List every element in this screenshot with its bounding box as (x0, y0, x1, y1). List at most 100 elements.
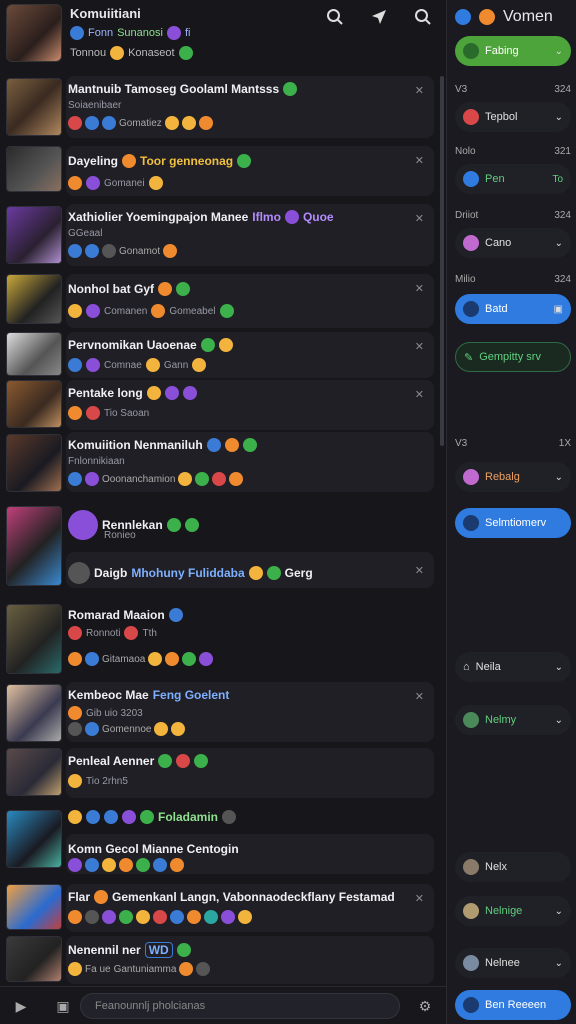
send-icon[interactable] (366, 6, 392, 28)
side-item-rebalg[interactable]: Rebalg ⌄ (455, 462, 571, 492)
header-avatar[interactable] (6, 4, 62, 62)
leaf-icon (176, 282, 190, 296)
list-item[interactable]: Xathiolier Yoemingpajon Manee Iflmo Quoe G… (4, 204, 436, 266)
avatar (6, 434, 62, 492)
bolt-icon (170, 910, 184, 924)
header-subtitle-2-b: Konaseot (128, 47, 175, 59)
side-item-label: Rebalg (485, 471, 520, 483)
laugh-icon (181, 116, 196, 130)
list-item[interactable]: Penleal Aenner Tio 2rhn5 (4, 748, 436, 798)
row-meta-text: Ronnoti (86, 627, 121, 639)
search-icon-2[interactable] (410, 6, 436, 28)
side-item-pen[interactable]: Pen To (455, 164, 571, 194)
list-item[interactable]: Nonhol bat Gyf Comanen Gomeabel ✕ (4, 274, 436, 328)
row-title: Romarad Maaion (68, 608, 183, 622)
side-section-right: 324 (554, 210, 571, 221)
close-icon[interactable]: ✕ (415, 690, 424, 703)
smile-icon (102, 858, 116, 872)
play-icon[interactable]: ▶ (10, 995, 32, 1017)
check-icon (266, 566, 281, 580)
row-meta: Ronnoti Tth (68, 626, 157, 640)
home-icon: ⌂ (463, 661, 470, 673)
list-item[interactable]: Romarad Maaion Ronnoti Tth Gitamaoa (4, 602, 436, 676)
list-scrollbar[interactable] (440, 76, 444, 446)
row-meta-text: Comnae (104, 359, 142, 371)
row-title-text: Foladamin (158, 810, 219, 824)
side-item-neila[interactable]: ⌂ Neila ⌄ (455, 652, 571, 682)
close-icon[interactable]: ✕ (415, 154, 424, 167)
avatar[interactable] (479, 9, 495, 25)
row-meta: Ronieo (104, 530, 136, 541)
list-item[interactable]: Pentake long Tio Saoan ✕ (4, 380, 436, 430)
leaf-icon (182, 652, 197, 666)
search-icon[interactable] (322, 6, 348, 28)
close-icon[interactable]: ✕ (415, 388, 424, 401)
side-section-label: V3 1X (455, 438, 571, 449)
side-item-nelnige[interactable]: Nelnige ⌄ (455, 896, 571, 926)
image-icon[interactable]: ▣ (52, 995, 74, 1017)
side-item-cano[interactable]: Cano ⌄ (455, 228, 571, 258)
side-item-gempitty[interactable]: ✎ Gempitty srv (455, 342, 571, 372)
side-section-left: V3 (455, 438, 468, 449)
side-item-nelnee[interactable]: Nelnee ⌄ (455, 948, 571, 978)
row-title: Dayeling Toor genneonag (68, 154, 252, 168)
row-reactions: Gomennoe (68, 722, 186, 736)
gem-icon (86, 358, 100, 372)
list-item[interactable]: Flar Gemenkanl Langn, Vabonnaodeckflany F… (4, 884, 436, 932)
row-title-text: Flar (68, 890, 91, 904)
avatar (6, 380, 62, 428)
row-title-c: Quoe (302, 210, 334, 224)
leaf-icon (194, 754, 209, 768)
close-icon[interactable]: ✕ (415, 564, 424, 577)
gem-icon (199, 652, 214, 666)
list-item[interactable]: Kembeoc Mae Feng Goelent Gib uio 3203 Gom… (4, 682, 436, 742)
close-icon[interactable]: ✕ (415, 892, 424, 905)
chevron-down-icon: ⌄ (554, 237, 563, 249)
row-reactions: Ooonanchamion (68, 472, 244, 486)
rocket-icon[interactable] (455, 9, 471, 25)
close-icon[interactable]: ✕ (415, 212, 424, 225)
star-icon (85, 116, 99, 130)
side-section-right: 324 (554, 84, 571, 95)
leaf-icon (140, 810, 154, 824)
side-item-nelmy[interactable]: Nelmy ⌄ (455, 705, 571, 735)
globe-icon (70, 26, 84, 40)
row-meta-text: Fa ue (85, 963, 111, 975)
close-icon[interactable]: ✕ (415, 282, 424, 295)
list-item[interactable]: Dayeling Toor genneonag Gomanei ✕ (4, 146, 436, 196)
avatar (6, 604, 62, 674)
row-reactions-text: Ooonanchamion (102, 473, 176, 485)
leaf-icon (242, 438, 257, 452)
list-item[interactable]: Nenennil ner WD Fa ue Gantuniamma (4, 936, 436, 984)
message-input[interactable]: Feanounnlj pholcianas (80, 993, 400, 1019)
side-item-selmtiomerv[interactable]: Selmtiomerv (455, 508, 571, 538)
list-item[interactable]: Pervnomikan Uaoenae Comnae Gann ✕ (4, 332, 436, 378)
close-icon[interactable]: ✕ (415, 84, 424, 97)
side-item-fabing[interactable]: Fabing ⌄ (455, 36, 571, 66)
badge-icon (166, 26, 181, 40)
side-item-batd[interactable]: Batd ▣ (455, 294, 571, 324)
smile-icon (148, 176, 163, 190)
close-icon[interactable]: ✕ (415, 340, 424, 353)
row-reactions-text: Gann (163, 359, 189, 371)
row-reactions: Gomatiez (68, 116, 213, 130)
side-item-tepbol[interactable]: Tepbol ⌄ (455, 102, 571, 132)
list-item[interactable]: Komuiition Nenmaniluh Fnlonnikiaan Ooona… (4, 432, 436, 492)
list-item[interactable]: Mantnuib Tamoseg Goolaml Mantsss Soiaeni… (4, 76, 436, 138)
fire-icon (158, 282, 172, 296)
list-item[interactable]: Rennlekan Ronieo Daigb Mhohuny Fuliddaba G… (4, 504, 436, 588)
leaf-icon (158, 754, 173, 768)
settings-icon[interactable]: ⚙ (414, 995, 436, 1017)
side-panel-title: Vomen (503, 8, 553, 25)
row-title-text: Kembeoc Mae (68, 688, 149, 702)
row-meta: Comanen Gomeabel (68, 304, 234, 318)
side-item-nelx[interactable]: Nelx (455, 852, 571, 882)
avatar (6, 332, 62, 376)
row-meta: GGeaal (68, 228, 103, 239)
smile-icon (148, 652, 163, 666)
leaf-icon (195, 472, 210, 486)
avatar (463, 712, 479, 728)
side-item-ben-reeeen[interactable]: Ben Reeeen (455, 990, 571, 1020)
row-title: Foladamin (68, 810, 237, 824)
bolt-icon (85, 722, 99, 736)
